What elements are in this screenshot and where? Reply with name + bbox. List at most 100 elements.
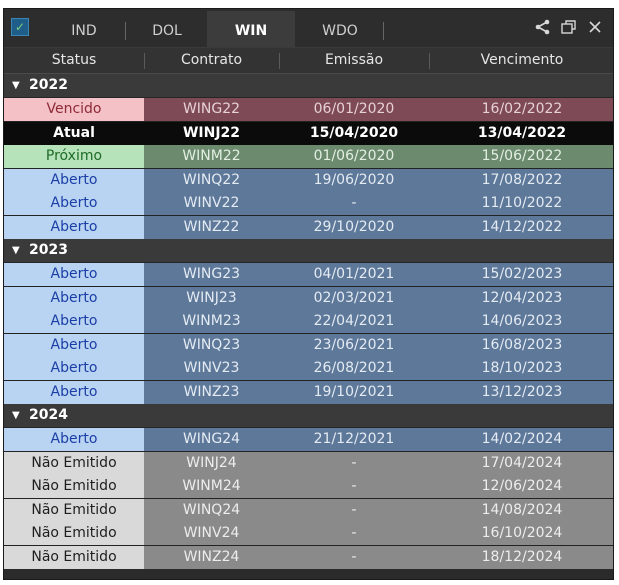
collapse-triangle-icon[interactable]: ▼	[12, 239, 20, 262]
vencimento-cell: 18/12/2024	[429, 545, 613, 569]
table-row[interactable]: Aberto WINV23 26/08/2021 18/10/2023	[4, 357, 613, 381]
status-cell: Aberto	[4, 192, 145, 215]
table-row[interactable]: Não Emitido WINQ24-14/08/2024	[4, 498, 613, 522]
table-row[interactable]: Não Emitido WINM24-12/06/2024	[4, 475, 613, 499]
column-header-emissao[interactable]: Emissão	[279, 48, 429, 73]
contrato-cell: WINM22	[144, 145, 279, 168]
contrato-cell: WINV23	[144, 357, 279, 380]
table-row[interactable]: Aberto WINZ22 29/10/2020 14/12/2022	[4, 215, 613, 239]
status-cell: Aberto	[4, 357, 145, 380]
contract-table: ▼ 2022 Vencido WING22 06/01/2020 16/02/2022 At…	[4, 74, 613, 569]
emissao-cell: -	[279, 192, 429, 215]
table-row[interactable]: Aberto WINZ23 19/10/2021 13/12/2023	[4, 380, 613, 404]
vencimento-cell: 15/06/2022	[429, 145, 613, 168]
tab-win[interactable]: WIN	[207, 11, 295, 47]
status-cell: Atual	[4, 121, 145, 145]
status-cell: Aberto	[4, 215, 145, 239]
year-group-label: 2023	[29, 242, 68, 258]
status-cell: Aberto	[4, 286, 145, 310]
vencimento-cell: 17/04/2024	[429, 451, 613, 475]
status-cell: Aberto	[4, 380, 145, 404]
collapse-triangle-icon[interactable]: ▼	[12, 404, 20, 427]
status-cell: Não Emitido	[4, 475, 145, 498]
contrato-cell: WINV24	[144, 522, 279, 545]
vencimento-cell: 15/02/2023	[429, 263, 613, 286]
contrato-cell: WINJ23	[144, 286, 279, 310]
vencimento-cell: 12/04/2023	[429, 286, 613, 310]
status-cell: Vencido	[4, 98, 145, 121]
status-cell: Aberto	[4, 263, 145, 286]
table-row[interactable]: Aberto WINQ23 23/06/2021 16/08/2023	[4, 333, 613, 357]
table-row[interactable]: Atual WINJ22 15/04/2020 13/04/2022	[4, 121, 613, 145]
emissao-cell: 26/08/2021	[279, 357, 429, 380]
vencimento-cell: 16/02/2022	[429, 98, 613, 121]
table-row[interactable]: Não Emitido WINJ24-17/04/2024	[4, 451, 613, 475]
table-row[interactable]: Aberto WINM23 22/04/2021 14/06/2023	[4, 310, 613, 334]
emissao-cell: -	[279, 451, 429, 475]
year-group-header[interactable]: ▼ 2022	[4, 74, 613, 98]
column-header-vencimento[interactable]: Vencimento	[429, 48, 613, 73]
status-cell: Próximo	[4, 145, 145, 168]
vencimento-cell: 13/04/2022	[429, 121, 613, 145]
table-row[interactable]: Próximo WINM22 01/06/2020 15/06/2022	[4, 145, 613, 169]
table-row[interactable]: Vencido WING22 06/01/2020 16/02/2022	[4, 98, 613, 122]
emissao-cell: 15/04/2020	[279, 121, 429, 145]
table-row[interactable]: Aberto WINV22-11/10/2022	[4, 192, 613, 216]
table-row[interactable]: Não Emitido WINV24-16/10/2024	[4, 522, 613, 546]
vencimento-cell: 14/02/2024	[429, 428, 613, 451]
vencimento-cell: 12/06/2024	[429, 475, 613, 498]
contrato-cell: WINJ22	[144, 121, 279, 145]
year-group-header[interactable]: ▼ 2023	[4, 239, 613, 263]
contrato-cell: WING24	[144, 428, 279, 451]
table-row[interactable]: Aberto WINQ22 19/06/2020 17/08/2022	[4, 168, 613, 192]
tab-divider	[383, 22, 384, 40]
table-row[interactable]: Aberto WING23 04/01/2021 15/02/2023	[4, 263, 613, 287]
table-row[interactable]: Aberto WINJ23 02/03/2021 12/04/2023	[4, 286, 613, 310]
column-header-status[interactable]: Status	[4, 48, 144, 73]
vencimento-cell: 11/10/2022	[429, 192, 613, 215]
emissao-cell: 19/10/2021	[279, 380, 429, 404]
vencimento-cell: 14/06/2023	[429, 310, 613, 333]
status-cell: Não Emitido	[4, 451, 145, 475]
tab-dol[interactable]: DOL	[129, 11, 205, 47]
contrato-cell: WINQ23	[144, 333, 279, 357]
vencimento-cell: 18/10/2023	[429, 357, 613, 380]
year-group-header[interactable]: ▼ 2024	[4, 404, 613, 428]
contrato-cell: WINZ24	[144, 545, 279, 569]
tab-ind[interactable]: IND	[44, 11, 124, 47]
tab-bar: ✓ IND DOL WIN WDO	[4, 9, 613, 48]
table-row[interactable]: Não Emitido WINZ24-18/12/2024	[4, 545, 613, 569]
share-icon[interactable]	[532, 15, 554, 39]
tab-wdo[interactable]: WDO	[297, 11, 383, 47]
vencimento-cell: 13/12/2023	[429, 380, 613, 404]
status-cell: Aberto	[4, 428, 145, 451]
close-icon[interactable]	[584, 15, 606, 39]
vencimento-cell: 14/12/2022	[429, 215, 613, 239]
year-group-label: 2022	[29, 77, 68, 93]
emissao-cell: 02/03/2021	[279, 286, 429, 310]
popout-icon[interactable]	[558, 15, 580, 39]
emissao-cell: 01/06/2020	[279, 145, 429, 168]
contrato-cell: WINZ22	[144, 215, 279, 239]
contrato-cell: WINZ23	[144, 380, 279, 404]
status-cell: Não Emitido	[4, 522, 145, 545]
vencimento-cell: 17/08/2022	[429, 168, 613, 192]
emissao-cell: -	[279, 522, 429, 545]
table-row[interactable]: Aberto WING24 21/12/2021 14/02/2024	[4, 428, 613, 452]
emissao-cell: 22/04/2021	[279, 310, 429, 333]
emissao-cell: -	[279, 475, 429, 498]
app-logo-icon: ✓	[11, 18, 29, 36]
column-header: Status Contrato Emissão Vencimento	[4, 48, 613, 74]
contrato-cell: WINJ24	[144, 451, 279, 475]
status-cell: Aberto	[4, 168, 145, 192]
contrato-cell: WINQ22	[144, 168, 279, 192]
year-group-label: 2024	[29, 407, 68, 423]
status-cell: Aberto	[4, 310, 145, 333]
emissao-cell: 29/10/2020	[279, 215, 429, 239]
collapse-triangle-icon[interactable]: ▼	[12, 74, 20, 97]
column-header-contrato[interactable]: Contrato	[144, 48, 279, 73]
status-cell: Não Emitido	[4, 545, 145, 569]
emissao-cell: 23/06/2021	[279, 333, 429, 357]
status-cell: Aberto	[4, 333, 145, 357]
emissao-cell: 19/06/2020	[279, 168, 429, 192]
